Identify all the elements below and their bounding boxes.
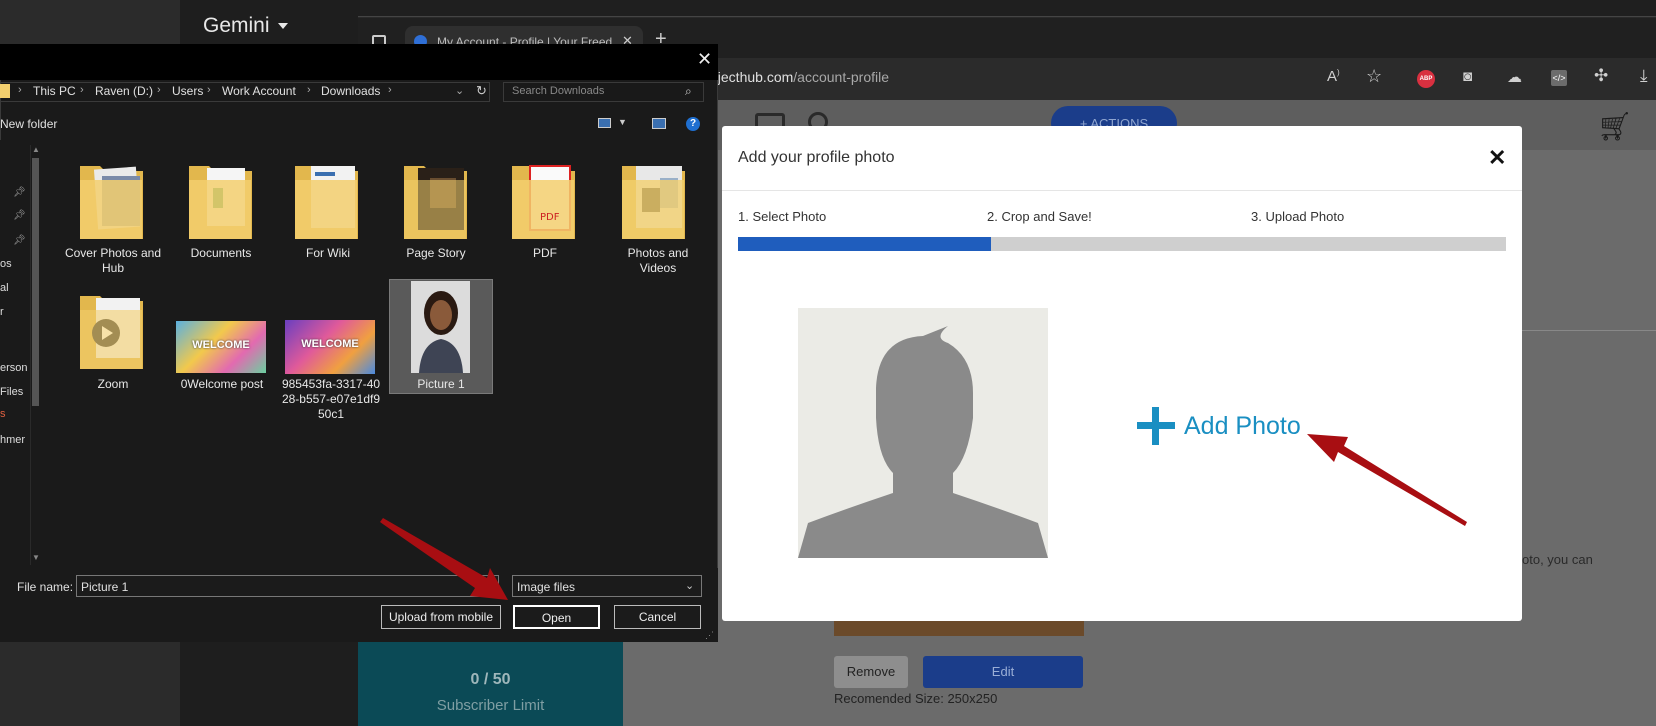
arrow-to-open	[380, 518, 508, 600]
annotation-arrow-overlay	[380, 518, 508, 600]
